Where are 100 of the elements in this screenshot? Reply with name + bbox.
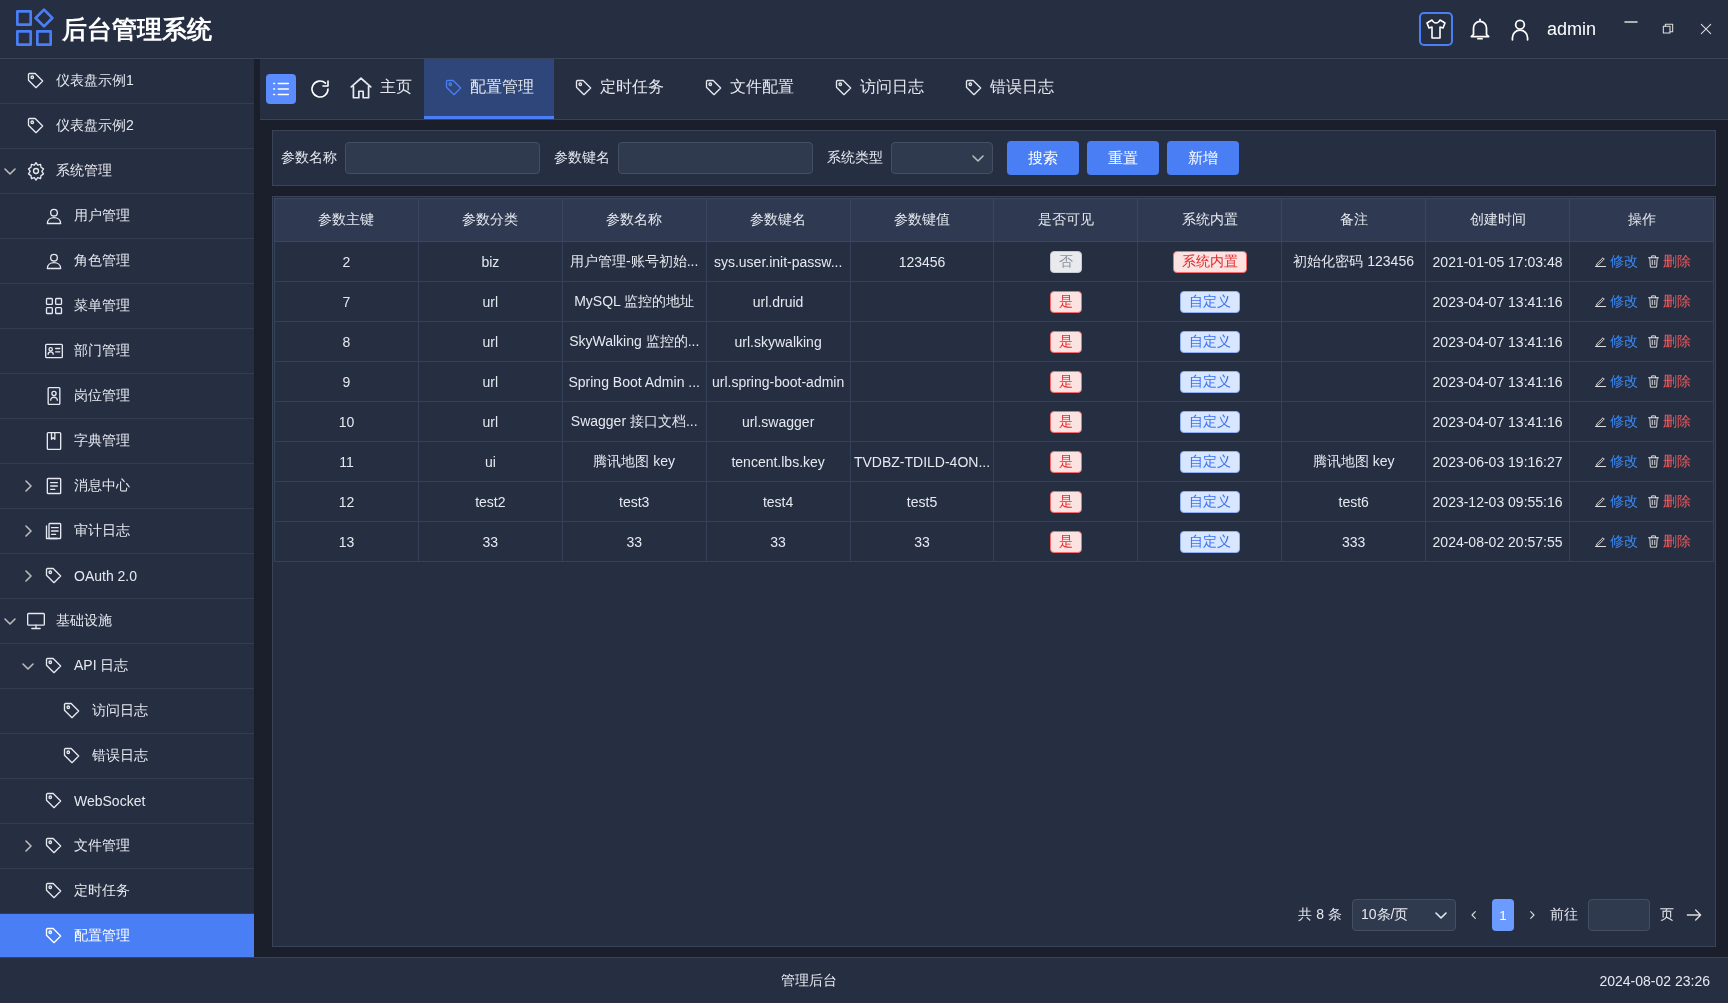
- table-cell: 腾讯地图 key: [1281, 441, 1426, 482]
- tab[interactable]: 配置管理: [424, 59, 554, 119]
- table-cell: 33: [562, 521, 707, 562]
- edit-link[interactable]: 修改: [1592, 252, 1638, 271]
- table-cell: test2: [418, 481, 563, 522]
- menu-button[interactable]: [266, 74, 296, 104]
- trash-icon: [1645, 334, 1661, 349]
- column-header: 操作: [1569, 198, 1714, 242]
- filter-button[interactable]: 重置: [1087, 141, 1159, 175]
- type-tag: 系统内置: [1172, 250, 1247, 273]
- status-tag: 是: [1049, 410, 1082, 433]
- chevron-down-icon: [972, 154, 984, 162]
- sidebar-item[interactable]: 消息中心: [0, 464, 254, 509]
- input-field[interactable]: [345, 142, 540, 174]
- tab[interactable]: 错误日志: [944, 59, 1074, 119]
- table-cell: TVDBZ-TDILD-4ON...: [850, 441, 994, 482]
- input-field[interactable]: [618, 142, 813, 174]
- table-cell: test6: [1281, 481, 1426, 522]
- delete-link[interactable]: 删除: [1645, 252, 1691, 271]
- trash-icon: [1645, 294, 1661, 309]
- table-cell: 333: [1281, 521, 1426, 562]
- edit-link[interactable]: 修改: [1592, 412, 1638, 431]
- pencil-icon: [1592, 494, 1608, 509]
- edit-link[interactable]: 修改: [1592, 332, 1638, 351]
- tab[interactable]: 文件配置: [684, 59, 814, 119]
- tag-icon: [444, 77, 464, 98]
- table-cell: 12: [274, 481, 419, 522]
- sidebar-item[interactable]: 用户管理: [0, 194, 254, 239]
- delete-link[interactable]: 删除: [1645, 292, 1691, 311]
- delete-link[interactable]: 删除: [1645, 532, 1691, 551]
- table-cell: test3: [562, 481, 707, 522]
- sidebar-item[interactable]: 访问日志: [0, 689, 254, 734]
- page-input[interactable]: [1588, 899, 1650, 931]
- filter-button[interactable]: 搜索: [1007, 141, 1079, 175]
- user-icon: [44, 251, 64, 271]
- table-cell: ui: [418, 441, 563, 482]
- delete-link[interactable]: 删除: [1645, 372, 1691, 391]
- column-header: 参数主键: [274, 198, 419, 242]
- sidebar-item[interactable]: WebSocket: [0, 779, 254, 824]
- tab[interactable]: 主页: [344, 59, 424, 119]
- column-header: 创建时间: [1425, 198, 1570, 242]
- tab[interactable]: 访问日志: [814, 59, 944, 119]
- sidebar-item[interactable]: 仪表盘示例1: [0, 59, 254, 104]
- chevron-down-icon: [1435, 911, 1447, 919]
- edit-link[interactable]: 修改: [1592, 292, 1638, 311]
- table-cell: biz: [418, 241, 563, 282]
- delete-link[interactable]: 删除: [1645, 332, 1691, 351]
- sidebar-item[interactable]: 岗位管理: [0, 374, 254, 419]
- book-icon: [44, 431, 64, 451]
- delete-link[interactable]: 删除: [1645, 492, 1691, 511]
- table-cell: 33: [418, 521, 563, 562]
- sidebar-item[interactable]: 字典管理: [0, 419, 254, 464]
- type-tag: 自定义: [1179, 410, 1240, 433]
- table-cell: url: [418, 361, 563, 402]
- delete-link[interactable]: 删除: [1645, 412, 1691, 431]
- edit-link[interactable]: 修改: [1592, 532, 1638, 551]
- logo-icon: [14, 7, 54, 48]
- table-cell: Spring Boot Admin ...: [562, 361, 707, 402]
- page-size-select[interactable]: 10条/页: [1352, 899, 1456, 931]
- column-header: 参数名称: [562, 198, 707, 242]
- sidebar-item[interactable]: 配置管理: [0, 914, 254, 957]
- table-cell: SkyWalking 监控的...: [562, 321, 707, 362]
- trash-icon: [1645, 534, 1661, 549]
- sidebar-item[interactable]: 菜单管理: [0, 284, 254, 329]
- edit-link[interactable]: 修改: [1592, 452, 1638, 471]
- pencil-icon: [1592, 454, 1608, 469]
- sidebar-item[interactable]: 部门管理: [0, 329, 254, 374]
- delete-link[interactable]: 删除: [1645, 452, 1691, 471]
- tag-icon: [44, 881, 64, 901]
- pencil-icon: [1592, 534, 1608, 549]
- type-tag: 自定义: [1179, 530, 1240, 553]
- table-cell: 11: [274, 441, 419, 482]
- pencil-icon: [1592, 374, 1608, 389]
- sidebar-item[interactable]: 角色管理: [0, 239, 254, 284]
- table-cell: 2023-04-07 13:41:16: [1425, 361, 1570, 402]
- sidebar-item[interactable]: 审计日志: [0, 509, 254, 554]
- filter-button[interactable]: 新增: [1167, 141, 1239, 175]
- table-cell: 7: [274, 281, 419, 322]
- badge-icon: [44, 386, 64, 406]
- footer-text: 管理后台: [779, 971, 838, 990]
- sidebar-item[interactable]: 系统管理: [0, 149, 254, 194]
- tag-icon: [44, 836, 64, 856]
- table-cell: 2023-04-07 13:41:16: [1425, 321, 1570, 362]
- username[interactable]: admin: [1546, 18, 1596, 40]
- trash-icon: [1645, 454, 1661, 469]
- settings-icon: [26, 161, 46, 181]
- sidebar-item[interactable]: 错误日志: [0, 734, 254, 779]
- tab[interactable]: 定时任务: [554, 59, 684, 119]
- sidebar-item[interactable]: 文件管理: [0, 824, 254, 869]
- status-tag: 是: [1049, 490, 1082, 513]
- edit-link[interactable]: 修改: [1592, 372, 1638, 391]
- table-cell: url: [418, 401, 563, 442]
- sidebar-item[interactable]: 基础设施: [0, 599, 254, 644]
- sidebar-item[interactable]: 仪表盘示例2: [0, 104, 254, 149]
- edit-link[interactable]: 修改: [1592, 492, 1638, 511]
- theme-button[interactable]: [1418, 12, 1453, 46]
- table-cell: 2024-08-02 20:57:55: [1425, 521, 1570, 562]
- sidebar-item[interactable]: OAuth 2.0: [0, 554, 254, 599]
- table-cell: 2023-04-07 13:41:16: [1425, 281, 1570, 322]
- sidebar-item[interactable]: API 日志: [0, 644, 254, 689]
